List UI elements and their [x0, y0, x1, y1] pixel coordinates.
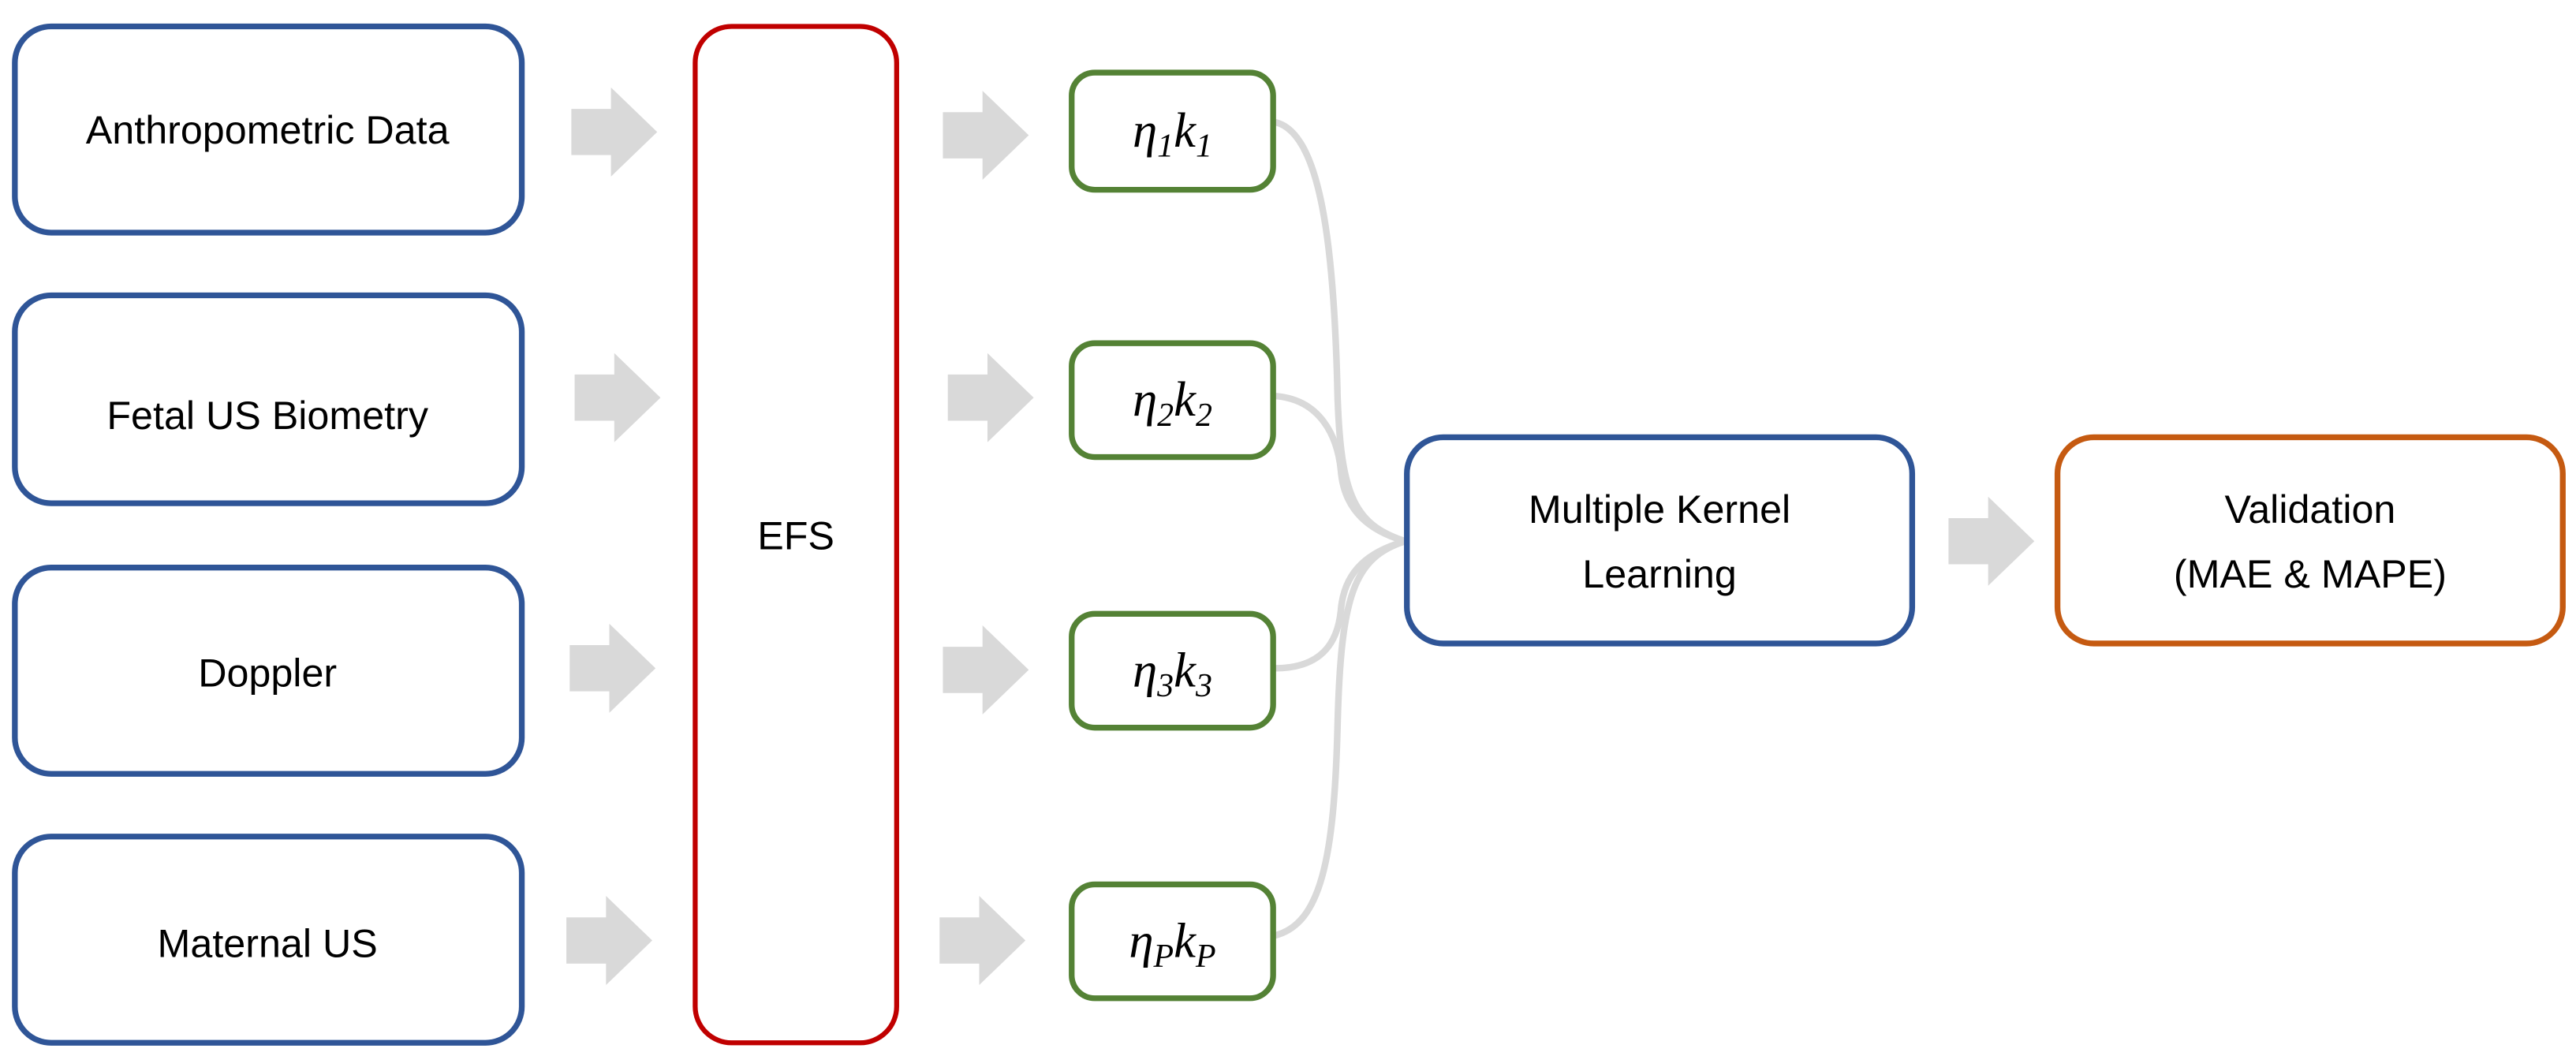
efs-box: EFS — [693, 24, 899, 1046]
mkl-box: Multiple Kernel Learning — [1404, 434, 1916, 647]
validation-label-line1: Validation — [2224, 487, 2395, 532]
arrow-icon — [947, 353, 1034, 442]
arrow-icon — [571, 87, 658, 177]
mkl-label-line1: Multiple Kernel — [1529, 487, 1790, 532]
input-anthropometric-data: Anthropometric Data — [12, 23, 525, 236]
arrow-icon — [943, 625, 1029, 715]
input-label: Fetal US Biometry — [106, 394, 428, 438]
input-boxes: Anthropometric Data Fetal US Biometry Do… — [12, 23, 525, 1046]
arrow-icon — [943, 91, 1029, 181]
arrow-icon — [574, 353, 661, 442]
arrow-icon — [1948, 496, 2035, 586]
kernel-boxes: η1k1 η2k2 η3k3 ηPkP — [1069, 69, 1276, 1002]
diagram-canvas: Anthropometric Data Fetal US Biometry Do… — [12, 23, 2566, 1046]
input-maternal-us: Maternal US — [12, 834, 525, 1046]
arrow-icon — [566, 896, 652, 986]
kernel-2: η2k2 — [1069, 340, 1276, 461]
efs-arrows — [939, 91, 1034, 986]
mkl-label-line2: Learning — [1582, 552, 1737, 596]
kernel-3: η3k3 — [1069, 610, 1276, 731]
connectors — [1274, 118, 1406, 939]
arrow-icon — [939, 896, 1026, 986]
efs-label: EFS — [757, 514, 834, 558]
input-arrows — [566, 87, 661, 986]
input-label: Doppler — [198, 651, 337, 695]
kernel-1: η1k1 — [1069, 69, 1276, 193]
validation-box: Validation (MAE & MAPE) — [2054, 434, 2566, 647]
input-label: Anthropometric Data — [86, 108, 450, 152]
input-fetal-us-biometry: Fetal US Biometry — [12, 292, 525, 506]
arrow-icon — [569, 623, 656, 713]
validation-label-line2: (MAE & MAPE) — [2174, 552, 2447, 596]
kernel-p: ηPkP — [1069, 881, 1276, 1002]
input-doppler: Doppler — [12, 565, 525, 777]
input-label: Maternal US — [158, 921, 378, 965]
